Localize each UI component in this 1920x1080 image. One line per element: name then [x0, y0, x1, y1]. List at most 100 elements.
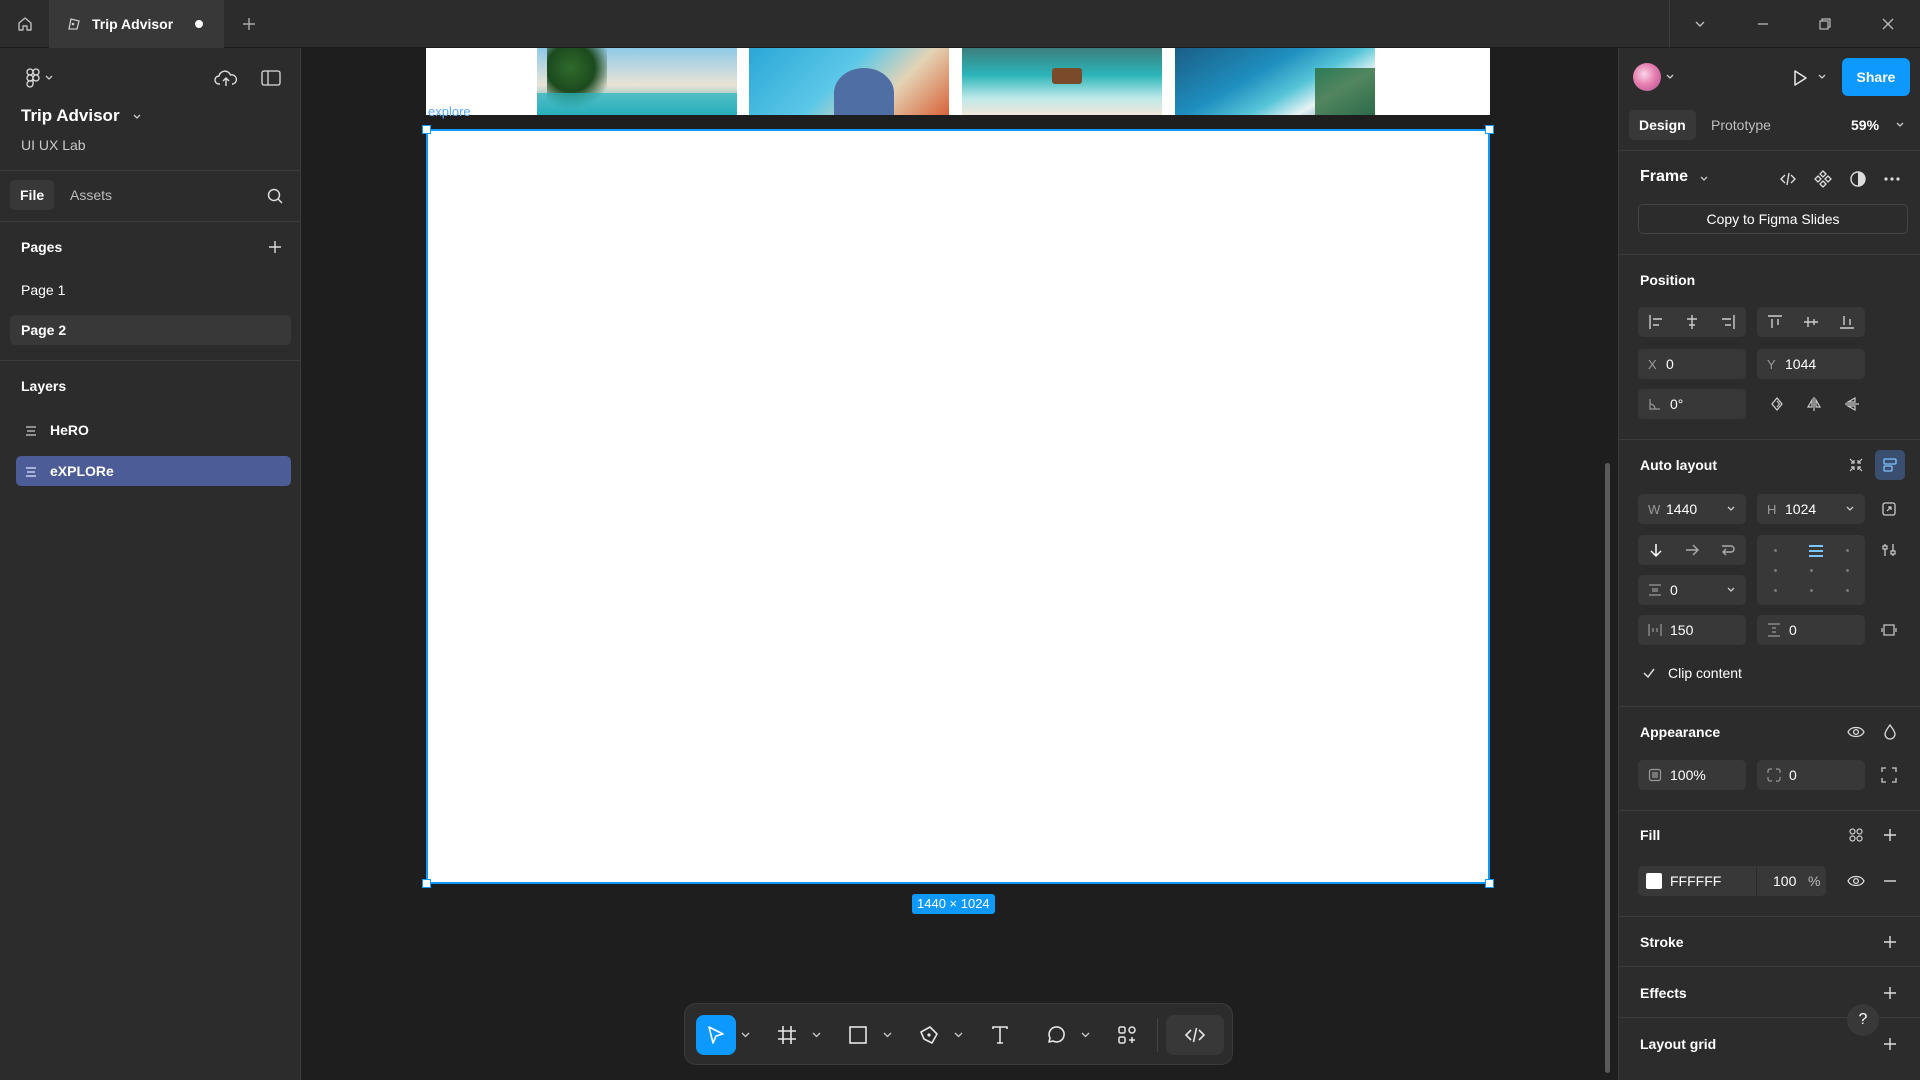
y-position-field[interactable]: Y 1044: [1757, 349, 1865, 379]
file-tab[interactable]: Trip Advisor: [50, 0, 224, 48]
direction-wrap-button[interactable]: [1710, 535, 1746, 565]
blend-mode-button[interactable]: [1875, 717, 1905, 747]
rotate-button[interactable]: [1762, 389, 1792, 419]
independent-corners-button[interactable]: [1874, 760, 1904, 790]
clip-content-checkbox[interactable]: Clip content: [1638, 661, 1838, 687]
mask-button[interactable]: [1843, 164, 1873, 194]
dev-mode-toggle[interactable]: [1166, 1015, 1224, 1055]
comment-tool-button[interactable]: [1036, 1015, 1076, 1055]
present-button[interactable]: [1785, 63, 1815, 93]
copy-to-slides-button[interactable]: Copy to Figma Slides: [1638, 204, 1908, 234]
minimize-button[interactable]: [1733, 0, 1793, 48]
layout-options-button[interactable]: [1875, 450, 1905, 480]
pen-tool-menu[interactable]: [952, 1030, 964, 1040]
height-field[interactable]: H 1024: [1757, 494, 1865, 524]
file-name-chevron[interactable]: [130, 110, 144, 124]
resize-handle[interactable]: [1485, 125, 1494, 134]
main-menu-button[interactable]: [20, 66, 60, 90]
explore-frame[interactable]: [426, 129, 1490, 884]
comment-tool-menu[interactable]: [1079, 1030, 1091, 1040]
align-bottom-button[interactable]: [1829, 307, 1865, 337]
vertical-padding-field[interactable]: 0: [1757, 615, 1865, 645]
vertical-scrollbar[interactable]: [1605, 463, 1610, 1073]
direction-horizontal-button[interactable]: [1674, 535, 1710, 565]
hero-frame[interactable]: [426, 48, 1490, 115]
save-cloud-button[interactable]: [210, 64, 242, 92]
frame-name-label[interactable]: explore: [428, 104, 471, 119]
align-center-h-button[interactable]: [1674, 307, 1710, 337]
actions-button[interactable]: [1107, 1015, 1147, 1055]
fill-styles-button[interactable]: [1841, 820, 1871, 850]
layer-item-hero[interactable]: HeRO: [16, 415, 291, 445]
page-item-2[interactable]: Page 2: [10, 315, 291, 345]
canvas[interactable]: explore 1440 × 1024: [302, 48, 1618, 1080]
inspect-code-button[interactable]: [1773, 164, 1803, 194]
zoom-menu[interactable]: [1893, 118, 1907, 132]
toggle-sidebar-button[interactable]: [256, 64, 286, 92]
team-name[interactable]: UI UX Lab: [21, 137, 86, 153]
user-menu-button[interactable]: [1632, 62, 1676, 92]
resize-handle[interactable]: [422, 125, 431, 134]
flip-horizontal-button[interactable]: [1799, 389, 1829, 419]
x-position-field[interactable]: X 0: [1638, 349, 1746, 379]
tab-file[interactable]: File: [10, 180, 55, 210]
align-middle-button[interactable]: [1793, 307, 1829, 337]
align-top-button[interactable]: [1757, 307, 1793, 337]
home-button[interactable]: [0, 0, 50, 48]
add-page-button[interactable]: [264, 236, 286, 258]
horizontal-padding-field[interactable]: 150: [1638, 615, 1746, 645]
create-component-button[interactable]: [1808, 164, 1838, 194]
fill-visibility-toggle[interactable]: [1841, 866, 1871, 896]
visibility-toggle[interactable]: [1841, 717, 1871, 747]
frame-tool-menu[interactable]: [810, 1030, 822, 1040]
new-tab-button[interactable]: [235, 10, 263, 38]
advanced-layout-button[interactable]: [1874, 535, 1904, 565]
layer-item-explore[interactable]: eXPLORe: [16, 456, 291, 486]
resize-handle[interactable]: [1485, 879, 1494, 888]
help-button[interactable]: ?: [1847, 1004, 1879, 1036]
tab-prototype[interactable]: Prototype: [1711, 110, 1771, 140]
opacity-field[interactable]: 100%: [1638, 760, 1746, 790]
close-window-button[interactable]: [1858, 0, 1918, 48]
move-tool-button[interactable]: [696, 1015, 736, 1055]
add-fill-button[interactable]: [1875, 820, 1905, 850]
gap-field[interactable]: 0: [1638, 575, 1746, 605]
tabs-menu-button[interactable]: [1670, 0, 1730, 48]
tab-design[interactable]: Design: [1629, 110, 1696, 140]
present-menu[interactable]: [1815, 70, 1829, 84]
file-name[interactable]: Trip Advisor: [21, 106, 120, 126]
frame-type-label[interactable]: Frame: [1640, 168, 1688, 186]
page-item-1[interactable]: Page 1: [10, 275, 291, 305]
restore-button[interactable]: [1795, 0, 1855, 48]
frame-tool-button[interactable]: [767, 1015, 807, 1055]
align-right-button[interactable]: [1710, 307, 1746, 337]
width-field[interactable]: W 1440: [1638, 494, 1746, 524]
corner-radius-field[interactable]: 0: [1757, 760, 1865, 790]
pen-tool-button[interactable]: [909, 1015, 949, 1055]
tab-assets[interactable]: Assets: [70, 180, 112, 210]
resize-handle[interactable]: [422, 879, 431, 888]
add-stroke-button[interactable]: [1875, 927, 1905, 957]
zoom-level[interactable]: 59%: [1851, 110, 1879, 140]
flip-vertical-button[interactable]: [1837, 389, 1867, 419]
fill-swatch[interactable]: [1646, 873, 1662, 889]
suggest-auto-layout-button[interactable]: [1841, 450, 1871, 480]
individual-padding-button[interactable]: [1874, 615, 1904, 645]
move-tool-menu[interactable]: [739, 1030, 751, 1040]
text-tool-button[interactable]: [980, 1015, 1020, 1055]
shape-tool-menu[interactable]: [881, 1030, 893, 1040]
rotation-field[interactable]: 0°: [1638, 389, 1746, 419]
alignment-grid[interactable]: [1757, 535, 1865, 605]
frame-type-menu[interactable]: [1697, 172, 1711, 186]
direction-vertical-button[interactable]: [1638, 535, 1674, 565]
search-layers-button[interactable]: [262, 184, 288, 208]
more-options-button[interactable]: [1877, 164, 1907, 194]
add-effect-button[interactable]: [1875, 978, 1905, 1008]
remove-fill-button[interactable]: [1875, 866, 1905, 896]
share-button[interactable]: Share: [1842, 58, 1910, 96]
align-left-button[interactable]: [1638, 307, 1674, 337]
add-layout-grid-button[interactable]: [1875, 1029, 1905, 1059]
fill-color-field[interactable]: FFFFFF 100 %: [1638, 866, 1826, 896]
shape-tool-button[interactable]: [838, 1015, 878, 1055]
resize-to-fit-button[interactable]: [1874, 494, 1904, 524]
